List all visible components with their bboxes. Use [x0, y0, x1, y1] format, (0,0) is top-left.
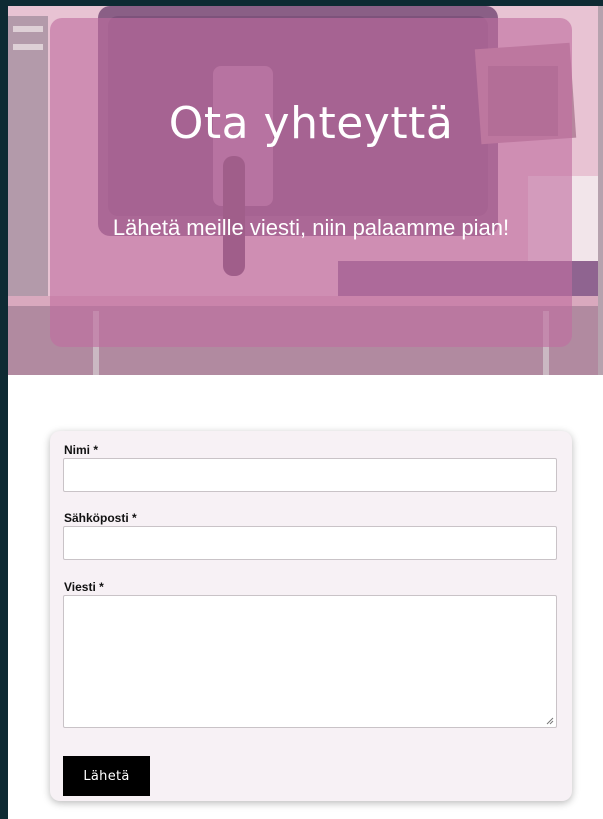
illustration-shelf	[8, 16, 48, 316]
message-label: Viesti *	[64, 580, 104, 594]
name-label: Nimi *	[64, 443, 98, 457]
page-subtitle: Lähetä meille viesti, niin palaamme pian…	[112, 215, 510, 240]
required-mark: *	[132, 511, 137, 525]
left-border	[0, 0, 8, 819]
page-title: Ota yhteyttä	[168, 98, 454, 149]
required-mark: *	[93, 443, 99, 457]
resize-handle-icon[interactable]	[546, 717, 554, 725]
name-input[interactable]	[63, 458, 557, 492]
contact-form: Nimi * Sähköposti * Viesti * Lähetä	[50, 431, 572, 801]
submit-button[interactable]: Lähetä	[63, 756, 150, 796]
illustration-stripe	[13, 44, 43, 50]
message-label-text: Viesti	[64, 580, 96, 594]
name-label-text: Nimi	[64, 443, 91, 457]
illustration-stripe	[13, 26, 43, 32]
contact-page: Ota yhteyttä Lähetä meille viesti, niin …	[0, 0, 603, 819]
illustration-edge	[598, 6, 603, 375]
required-mark: *	[99, 580, 104, 594]
hero-overlay-card	[50, 18, 572, 347]
email-label: Sähköposti *	[64, 511, 137, 525]
email-input[interactable]	[63, 526, 557, 560]
message-textarea[interactable]	[63, 595, 557, 728]
email-label-text: Sähköposti	[64, 511, 129, 525]
